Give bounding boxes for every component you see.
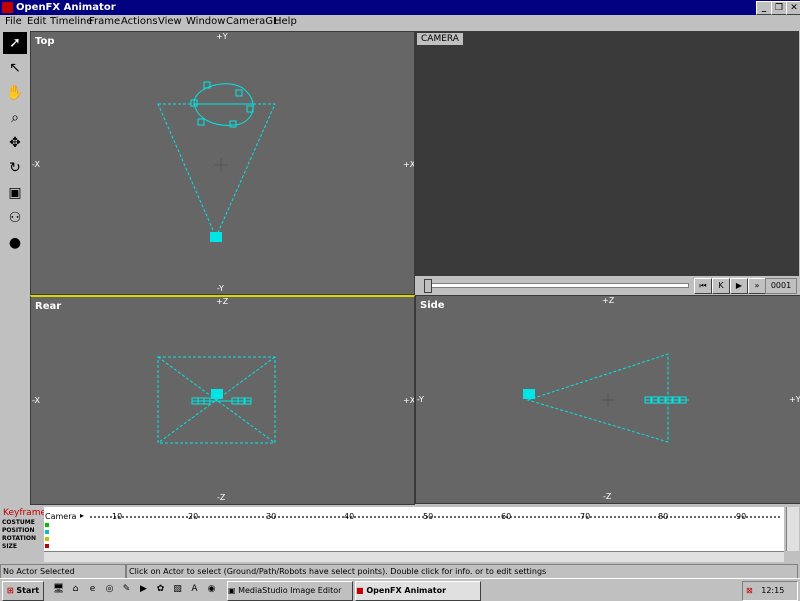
tray-network-icon[interactable]: ⊠ (746, 586, 753, 595)
group-icon[interactable]: ⚇ (3, 207, 27, 229)
menu-help[interactable]: Help (274, 15, 297, 30)
menu-cameragl[interactable]: CameraGL (226, 15, 279, 30)
keyframe-timeline[interactable]: Camera ▸ 10 20 30 40 50 60 70 80 90 (44, 507, 784, 551)
camera-icon (523, 389, 535, 399)
camera-icon (211, 389, 223, 399)
kf-horizontal-scrollbar[interactable] (44, 551, 784, 562)
kf-key[interactable] (45, 530, 49, 534)
start-button[interactable]: ⊞ Start (2, 581, 44, 601)
top-viewport[interactable]: Top +Y -Y -X +X (30, 31, 415, 295)
key-frame-button[interactable]: K (712, 278, 730, 294)
kf-key[interactable] (45, 523, 49, 527)
select-point (235, 89, 243, 97)
taskbar-item-label: MediaStudio Image Editor (238, 586, 342, 595)
quicklaunch-disk-icon[interactable]: ◎ (103, 583, 116, 596)
restore-button[interactable]: ❐ (771, 1, 787, 15)
kf-row-position: POSITION (2, 527, 35, 534)
app-icon (2, 2, 13, 13)
camera-controls: ⏮ K ▶ » 0001 (415, 276, 799, 294)
kf-actor-name: Camera (45, 512, 77, 521)
hand-pan-icon[interactable]: ✋ (3, 82, 27, 104)
openfx-icon: ■ (356, 586, 364, 595)
select-point (197, 118, 205, 126)
sphere-icon[interactable]: ● (3, 232, 27, 254)
tool-palette: ➚ ↖ ✋ ⌕ ✥ ↻ ▣ ⚇ ● (0, 30, 30, 505)
kf-tick: 50 (423, 512, 434, 521)
kf-tick: 10 (112, 512, 123, 521)
quicklaunch-green-icon[interactable]: ◉ (205, 583, 218, 596)
system-tray: ⊠ 12:15 (742, 581, 798, 601)
side-viewport[interactable]: Side +Z -Z -Y +Y (415, 295, 800, 504)
menu-view[interactable]: View (158, 15, 182, 30)
menu-window[interactable]: Window (186, 15, 225, 30)
mediastudio-icon: ▣ (228, 586, 236, 595)
kf-tick: 60 (501, 512, 512, 521)
camera-viewport[interactable]: CAMERA (415, 31, 799, 276)
frame-icon[interactable]: ▣ (3, 182, 27, 204)
status-hint: Click on Actor to select (Ground/Path/Ro… (126, 564, 798, 579)
rear-viewport[interactable]: Rear +Z -Z -X +X (30, 295, 415, 505)
quicklaunch-browser-icon[interactable]: e (86, 583, 99, 596)
quicklaunch-edit-icon[interactable]: ✎ (120, 583, 133, 596)
close-button[interactable]: ✕ (786, 1, 800, 15)
windows-logo-icon: ⊞ (6, 586, 14, 595)
start-label: Start (16, 586, 40, 595)
kf-tick: 40 (344, 512, 355, 521)
kf-tick: 30 (266, 512, 277, 521)
first-frame-button[interactable]: ⏮ (694, 278, 712, 294)
clock: 12:15 (761, 586, 785, 595)
keyframer-title: Keyframer (3, 508, 50, 518)
play-button[interactable]: ▶ (730, 278, 748, 294)
quicklaunch-font-icon[interactable]: A (188, 583, 201, 596)
taskbar-item-label: OpenFX Animator (366, 586, 447, 595)
minimize-button[interactable]: _ (756, 1, 772, 15)
taskbar: ⊞ Start 🖥 ⌂ e ◎ ✎ ▶ ✿ ▧ A ◉ ▣ MediaStudi… (0, 578, 800, 601)
kf-marker-icon: ▸ (80, 511, 85, 520)
fast-forward-button[interactable]: » (748, 278, 766, 294)
menu-actions[interactable]: Actions (121, 15, 158, 30)
frame-slider-track[interactable] (425, 283, 689, 288)
window-title: OpenFX Animator (16, 2, 116, 13)
camera-view-label: CAMERA (417, 33, 463, 45)
menu-bar: File Edit Timeline Frame Actions View Wi… (0, 15, 800, 30)
rear-view-wireframe (157, 356, 276, 444)
kf-tick: 20 (188, 512, 199, 521)
taskbar-item-mediastudio[interactable]: ▣ MediaStudio Image Editor (227, 581, 353, 601)
kf-tick: 70 (580, 512, 591, 521)
menu-frame[interactable]: Frame (89, 15, 120, 30)
kf-row-costume: COSTUME (2, 519, 35, 526)
menu-timeline[interactable]: Timeline (50, 15, 93, 30)
kf-key[interactable] (45, 544, 49, 548)
pointer-tool-icon[interactable]: ↖ (3, 57, 27, 79)
menu-file[interactable]: File (5, 15, 22, 30)
kf-tick: 80 (658, 512, 669, 521)
title-bar: OpenFX Animator _ ❐ ✕ (0, 0, 800, 15)
camera-frustum (526, 353, 669, 443)
kf-key[interactable] (45, 537, 49, 541)
top-view-wireframe (157, 81, 276, 242)
rotate-icon[interactable]: ↻ (3, 157, 27, 179)
frame-counter: 0001 (765, 278, 797, 294)
menu-edit[interactable]: Edit (27, 15, 46, 30)
zoom-icon[interactable]: ⌕ (3, 107, 27, 129)
kf-row-size: SIZE (2, 543, 18, 550)
quicklaunch-image-icon[interactable]: ▧ (171, 583, 184, 596)
kf-row-rotation: ROTATION (2, 535, 36, 542)
side-view-wireframe (523, 353, 689, 443)
camera-icon (210, 232, 222, 242)
kf-vertical-scrollbar[interactable] (786, 507, 799, 551)
status-bar: No Actor Selected Click on Actor to sele… (0, 563, 800, 579)
taskbar-item-openfx[interactable]: ■ OpenFX Animator (355, 581, 481, 601)
select-tool-icon[interactable]: ➚ (3, 32, 27, 54)
status-actor: No Actor Selected (0, 564, 126, 579)
quicklaunch-network-icon[interactable]: ⌂ (69, 583, 82, 596)
select-point (229, 120, 237, 128)
quicklaunch-desktop-icon[interactable]: 🖥 (52, 583, 65, 596)
kf-tick: 90 (736, 512, 747, 521)
quicklaunch-app-icon[interactable]: ✿ (154, 583, 167, 596)
keyframer-panel: Keyframer COSTUME POSITION ROTATION SIZE… (0, 505, 800, 563)
quicklaunch-media-icon[interactable]: ▶ (137, 583, 150, 596)
move-icon[interactable]: ✥ (3, 132, 27, 154)
frame-slider-thumb[interactable] (424, 279, 432, 293)
